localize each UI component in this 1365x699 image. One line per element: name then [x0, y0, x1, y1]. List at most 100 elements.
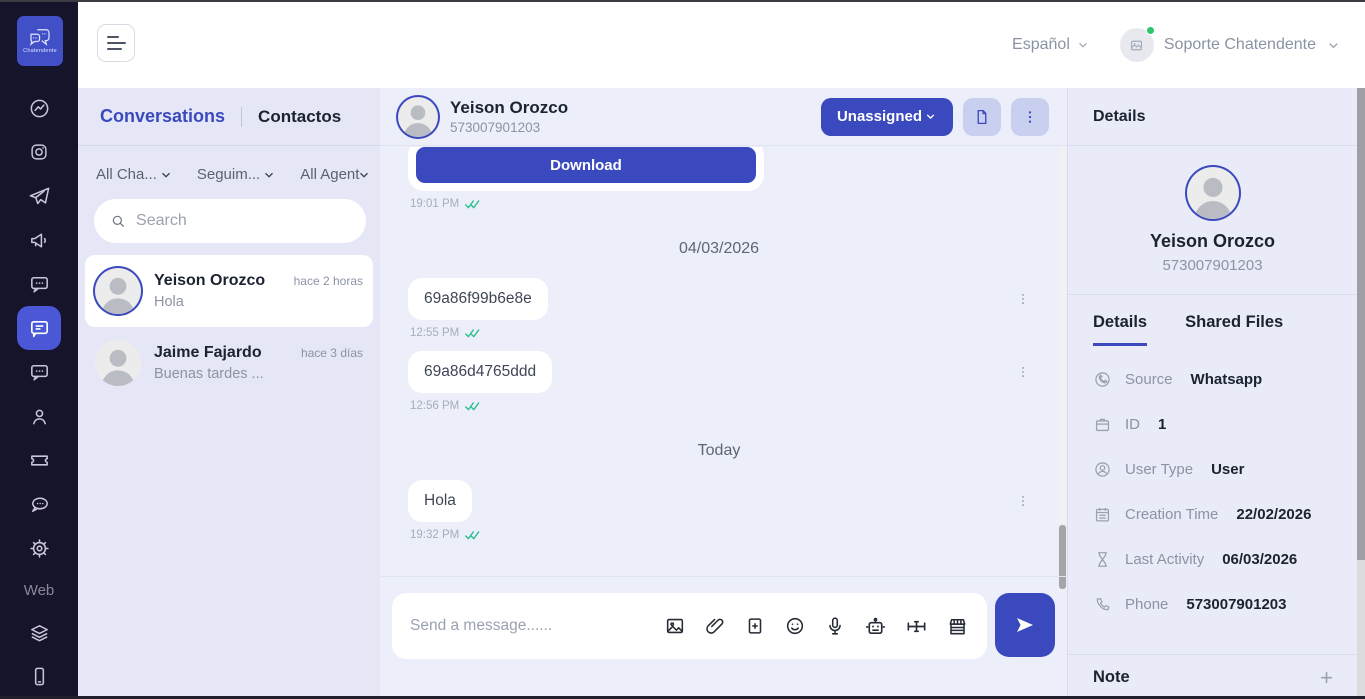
sidebar-item-tickets[interactable]: [17, 438, 61, 482]
sidebar-item-layers[interactable]: [17, 610, 61, 654]
composer-divider: [380, 576, 1067, 577]
calendar-icon: [1093, 505, 1112, 524]
microphone-icon[interactable]: [824, 615, 846, 637]
conversation-time: hace 2 horas: [294, 274, 363, 288]
field-label: ID: [1125, 416, 1140, 433]
field-creation-time: Creation Time 22/02/2026: [1093, 505, 1333, 524]
sidebar-item-chats[interactable]: [17, 262, 61, 306]
person-silhouette-icon: [1187, 171, 1239, 219]
tab-details[interactable]: Details: [1093, 313, 1147, 346]
chat-dots-icon: [28, 273, 51, 296]
chat-header: Yeison Orozco 573007901203 Unassigned: [380, 88, 1067, 146]
message-bubble: 69a86f99b6e8e: [408, 278, 548, 320]
chat-actions: Unassigned: [821, 98, 1049, 136]
phone-icon: [1093, 595, 1112, 614]
add-file-icon[interactable]: [744, 615, 766, 637]
field-value: 06/03/2026: [1222, 551, 1297, 568]
field-value: User: [1211, 461, 1244, 478]
attachment-icon[interactable]: [704, 615, 726, 637]
message-meta: 19:32 PM: [410, 529, 480, 541]
conversation-item-yeison[interactable]: Yeison Orozco hace 2 horas Hola: [85, 255, 373, 327]
chat-area: Yeison Orozco 573007901203 Unassigned: [380, 88, 1067, 699]
sidebar-item-conversations-active[interactable]: [17, 306, 61, 350]
composer-bar: [392, 593, 987, 659]
message-bubble: Hola: [408, 480, 472, 522]
message-menu-icon[interactable]: [1016, 365, 1030, 379]
chevron-down-icon: [159, 168, 173, 182]
assign-agent-button[interactable]: Unassigned: [821, 98, 953, 136]
avatar: [95, 268, 141, 314]
conversation-item-jaime[interactable]: Jaime Fajardo hace 3 días Buenas tardes …: [85, 327, 373, 399]
sidebar-item-instagram[interactable]: [17, 130, 61, 174]
field-label: Source: [1125, 371, 1173, 388]
tab-contactos[interactable]: Contactos: [258, 107, 341, 127]
filter-agents[interactable]: All Agent: [300, 166, 371, 183]
details-panel: Details Yeison Orozco 573007901203 Detai…: [1067, 88, 1357, 699]
field-id: ID 1: [1093, 415, 1333, 434]
window-top-edge: [0, 0, 1365, 2]
filter-agents-label: All Agent: [300, 166, 359, 183]
field-user-type: User Type User: [1093, 460, 1333, 479]
sidebar-item-mobile[interactable]: [17, 654, 61, 698]
message-meta: 19:01 PM: [410, 198, 764, 210]
image-attach-icon[interactable]: [664, 615, 686, 637]
account-menu[interactable]: Soporte Chatendente: [1120, 28, 1341, 62]
gear-icon: [28, 537, 51, 560]
message-menu-icon[interactable]: [1016, 292, 1030, 306]
sidebar-item-telegram[interactable]: [17, 174, 61, 218]
notes-document-button[interactable]: [963, 98, 1001, 136]
sidebar-item-settings[interactable]: [17, 526, 61, 570]
chat-more-button[interactable]: [1011, 98, 1049, 136]
sidebar-item-broadcast[interactable]: [17, 218, 61, 262]
megaphone-icon: [28, 229, 51, 252]
tab-divider: [241, 107, 242, 127]
chat-scrollbar[interactable]: [1059, 147, 1066, 590]
menu-toggle-button[interactable]: [97, 24, 135, 62]
add-note-button[interactable]: +: [1320, 670, 1333, 686]
message-menu-icon[interactable]: [1016, 494, 1030, 508]
chat-contact-name: Yeison Orozco: [450, 98, 568, 118]
chatbot-icon[interactable]: [864, 615, 887, 638]
double-check-icon: [464, 199, 480, 210]
chat-dots-icon: [28, 361, 51, 384]
filter-seguimiento[interactable]: Seguim...: [197, 166, 276, 183]
app-logo[interactable]: Chatendente: [17, 16, 63, 66]
tab-conversations[interactable]: Conversations: [100, 106, 225, 127]
date-separator: 04/03/2026: [408, 240, 1030, 258]
search-input[interactable]: [136, 212, 350, 230]
tab-shared-files[interactable]: Shared Files: [1185, 313, 1283, 346]
assign-agent-label: Unassigned: [837, 108, 922, 125]
sidebar-item-comments[interactable]: [17, 482, 61, 526]
person-silhouette-icon: [398, 100, 438, 137]
page-scrollbar-thumb[interactable]: [1357, 88, 1365, 560]
message-bubble: 69a86d4765ddd: [408, 351, 552, 393]
details-tabs: Details Shared Files: [1068, 295, 1357, 346]
download-button[interactable]: Download: [416, 147, 756, 183]
chevron-down-icon: [1076, 38, 1090, 52]
user-circle-icon: [1093, 460, 1112, 479]
filter-channels-label: All Cha...: [96, 166, 157, 183]
avatar: [95, 340, 141, 386]
sidebar-item-messenger[interactable]: [17, 86, 61, 130]
filter-channels[interactable]: All Cha...: [96, 166, 173, 183]
conversation-preview: Hola: [154, 294, 363, 310]
chat-contact-avatar: [398, 97, 438, 137]
date-separator: Today: [408, 442, 1030, 460]
language-label: Español: [1012, 36, 1070, 54]
conversation-name: Jaime Fajardo: [154, 344, 262, 362]
sidebar-item-chats-alt[interactable]: [17, 350, 61, 394]
top-header: Español Soporte Chatendente: [78, 2, 1365, 88]
message-input[interactable]: [410, 617, 664, 635]
language-selector[interactable]: Español: [1012, 36, 1090, 54]
person-silhouette-icon: [95, 272, 141, 314]
emoji-icon[interactable]: [784, 615, 806, 637]
sidebar-item-contacts[interactable]: [17, 394, 61, 438]
contact-profile-card: Yeison Orozco 573007901203: [1068, 146, 1357, 295]
chevron-down-icon: [357, 168, 371, 182]
send-button[interactable]: [995, 593, 1055, 657]
filter-row: All Cha... Seguim... All Agent: [78, 146, 380, 183]
message-meta: 12:56 PM: [410, 400, 552, 412]
store-icon[interactable]: [946, 615, 969, 638]
text-field-icon[interactable]: [905, 615, 928, 638]
page-scrollbar[interactable]: [1357, 88, 1365, 696]
